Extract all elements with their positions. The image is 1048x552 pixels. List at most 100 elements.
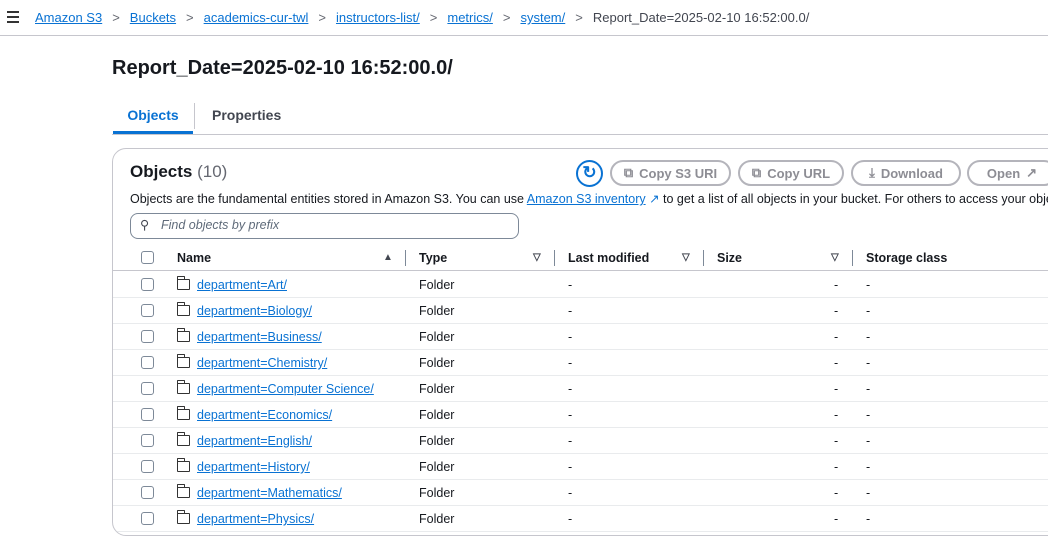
object-last-modified: - <box>568 356 573 370</box>
object-size: - <box>834 330 839 344</box>
refresh-icon: ↻ <box>582 163 597 182</box>
folder-icon <box>176 406 190 420</box>
object-last-modified: - <box>568 434 573 448</box>
folder-link[interactable]: department=Mathematics/ <box>197 486 342 500</box>
search-placeholder: Find objects by prefix <box>161 218 280 232</box>
download-button[interactable]: ⤓ Download <box>851 160 961 186</box>
copy-s3-uri-button[interactable]: ⧉ Copy S3 URI <box>610 160 731 186</box>
object-name: department=Art/ <box>197 272 287 298</box>
row-checkbox[interactable] <box>141 382 154 395</box>
folder-icon <box>176 276 190 290</box>
select-all-checkbox[interactable] <box>141 251 154 264</box>
folder-icon <box>176 484 190 498</box>
tab-properties[interactable]: Properties <box>212 101 281 134</box>
menu-icon[interactable] <box>7 11 19 26</box>
object-storage-class: - <box>866 512 871 526</box>
row-checkbox[interactable] <box>141 408 154 421</box>
folder-icon <box>176 458 190 472</box>
object-type: Folder <box>419 434 455 448</box>
object-name: department=Physics/ <box>197 506 314 532</box>
copy-url-button[interactable]: ⧉ Copy URL <box>738 160 844 186</box>
column-storage-class[interactable]: Storage class <box>866 245 947 271</box>
tab-objects[interactable]: Objects <box>113 101 193 134</box>
object-name: department=Chemistry/ <box>197 350 327 376</box>
open-label: Open <box>986 165 1021 181</box>
object-name: department=Business/ <box>197 324 322 350</box>
table-row: department=History/ Folder - - - <box>113 454 1048 480</box>
object-name: department=History/ <box>197 454 310 480</box>
chevron-right-icon: > <box>318 10 326 25</box>
refresh-button[interactable]: ↻ <box>576 160 603 187</box>
table-row: department=Economics/ Folder - - - <box>113 402 1048 428</box>
object-type: Folder <box>419 278 455 292</box>
object-last-modified: - <box>568 278 573 292</box>
copy-s3-uri-label: Copy S3 URI <box>639 165 718 181</box>
objects-title: Objects <box>130 162 193 181</box>
breadcrumb-system[interactable]: system/ <box>520 10 565 25</box>
object-last-modified: - <box>568 486 573 500</box>
table-row: department=Computer Science/ Folder - - … <box>113 376 1048 402</box>
column-divider[interactable] <box>703 250 704 266</box>
object-type: Folder <box>419 408 455 422</box>
folder-link[interactable]: department=English/ <box>197 434 312 448</box>
row-checkbox[interactable] <box>141 434 154 447</box>
column-divider[interactable] <box>405 250 406 266</box>
row-checkbox[interactable] <box>141 460 154 473</box>
object-size: - <box>834 278 839 292</box>
row-checkbox[interactable] <box>141 278 154 291</box>
objects-count: (10) <box>197 162 228 181</box>
row-checkbox[interactable] <box>141 512 154 525</box>
external-link-icon: ↗ <box>645 192 660 206</box>
folder-link[interactable]: department=Art/ <box>197 278 287 292</box>
sort-icon[interactable]: ▽ <box>533 245 541 271</box>
object-type: Folder <box>419 382 455 396</box>
sort-ascending-icon[interactable]: ▲ <box>383 245 393 271</box>
folder-link[interactable]: department=History/ <box>197 460 310 474</box>
column-name[interactable]: Name <box>177 245 211 271</box>
objects-heading: Objects (10) <box>130 162 227 182</box>
column-divider[interactable] <box>554 250 555 266</box>
table-row: department=Chemistry/ Folder - - - <box>113 350 1048 376</box>
column-divider[interactable] <box>852 250 853 266</box>
breadcrumb-buckets[interactable]: Buckets <box>130 10 176 25</box>
object-last-modified: - <box>568 304 573 318</box>
row-checkbox[interactable] <box>141 330 154 343</box>
row-checkbox[interactable] <box>141 356 154 369</box>
row-checkbox[interactable] <box>141 304 154 317</box>
sort-icon[interactable]: ▽ <box>682 245 690 271</box>
folder-link[interactable]: department=Computer Science/ <box>197 382 374 396</box>
object-storage-class: - <box>866 304 871 318</box>
breadcrumb-metrics[interactable]: metrics/ <box>447 10 493 25</box>
folder-link[interactable]: department=Physics/ <box>197 512 314 526</box>
breadcrumb-instructors-list[interactable]: instructors-list/ <box>336 10 420 25</box>
inventory-link[interactable]: Amazon S3 inventory <box>527 192 646 206</box>
breadcrumb-amazon-s3[interactable]: Amazon S3 <box>35 10 102 25</box>
tab-divider <box>194 103 195 129</box>
object-name: department=Economics/ <box>197 402 332 428</box>
object-name: department=Computer Science/ <box>197 376 374 402</box>
sort-icon[interactable]: ▽ <box>831 245 839 271</box>
description-text: Objects are the fundamental entities sto… <box>130 192 527 206</box>
open-button[interactable]: Open ↗ <box>967 160 1048 186</box>
object-size: - <box>834 486 839 500</box>
folder-icon <box>176 354 190 368</box>
breadcrumb-bucket[interactable]: academics-cur-twl <box>204 10 309 25</box>
object-name: department=Mathematics/ <box>197 480 342 506</box>
object-type: Folder <box>419 460 455 474</box>
row-checkbox[interactable] <box>141 486 154 499</box>
table-row: department=Mathematics/ Folder - - - <box>113 480 1048 506</box>
table-row: department=English/ Folder - - - <box>113 428 1048 454</box>
tabs: Objects Properties <box>112 101 1048 135</box>
folder-link[interactable]: department=Biology/ <box>197 304 312 318</box>
object-last-modified: - <box>568 408 573 422</box>
column-size[interactable]: Size <box>717 245 742 271</box>
folder-link[interactable]: department=Business/ <box>197 330 322 344</box>
download-label: Download <box>880 165 943 181</box>
search-input[interactable]: ⚲ Find objects by prefix <box>130 213 519 239</box>
folder-link[interactable]: department=Chemistry/ <box>197 356 327 370</box>
external-link-icon: ↗ <box>1026 165 1038 180</box>
column-type[interactable]: Type <box>419 245 447 271</box>
folder-link[interactable]: department=Economics/ <box>197 408 332 422</box>
download-icon: ⤓ <box>869 165 875 180</box>
column-last-modified[interactable]: Last modified <box>568 245 649 271</box>
